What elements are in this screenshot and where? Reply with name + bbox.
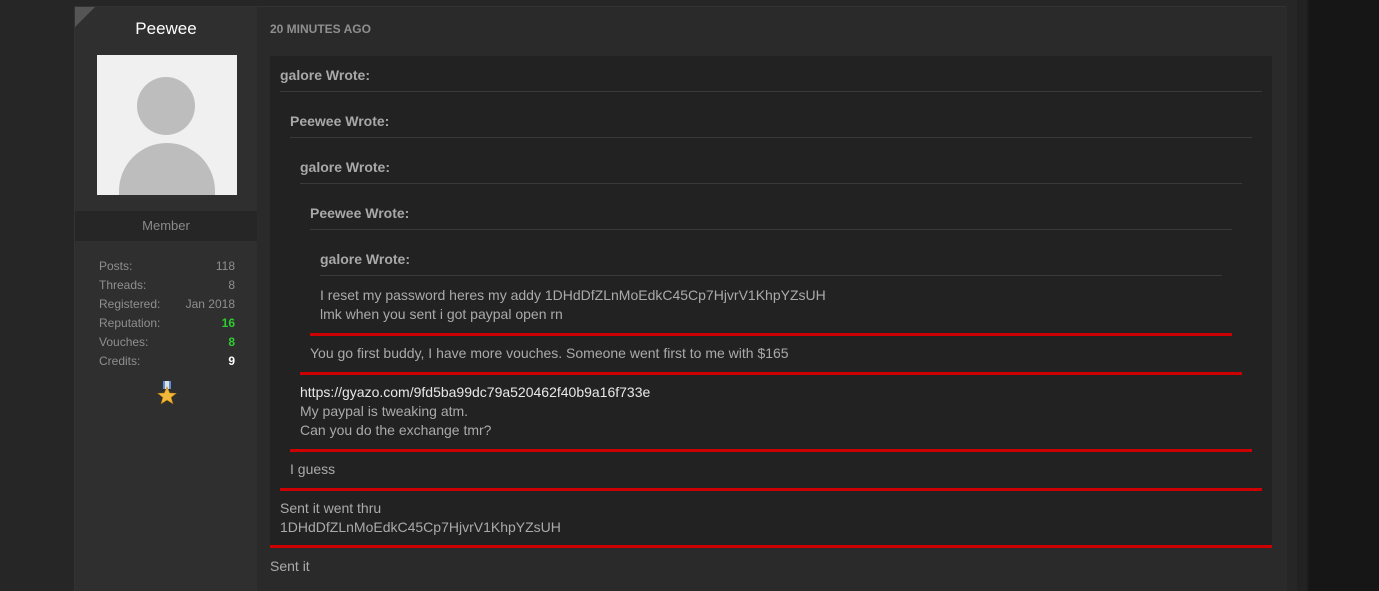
author-rank: Member bbox=[75, 211, 257, 241]
quote-text-level-5-line-1: I reset my password heres my addy 1DHdDf… bbox=[320, 287, 826, 303]
stat-label: Registered: bbox=[99, 297, 161, 311]
stat-credits: Credits: 9 bbox=[99, 354, 235, 373]
forum-post: Peewee Member Posts: 118 Threads: 8 Regi… bbox=[74, 6, 1287, 591]
stat-vouches: Vouches: 8 bbox=[99, 335, 235, 354]
stat-value[interactable]: 8 bbox=[228, 335, 235, 354]
quote-author-level-5[interactable]: galore Wrote: bbox=[320, 251, 410, 267]
stat-value: Jan 2018 bbox=[185, 297, 235, 311]
quote-end-separator bbox=[270, 545, 1272, 548]
stat-reputation: Reputation: 16 bbox=[99, 316, 235, 335]
post-timestamp[interactable]: 20 MINUTES AGO bbox=[270, 22, 371, 36]
stat-label: Vouches: bbox=[99, 335, 149, 349]
stat-label: Reputation: bbox=[99, 316, 161, 330]
stat-label: Posts: bbox=[99, 259, 133, 273]
author-avatar[interactable] bbox=[97, 55, 237, 195]
quote-divider bbox=[310, 229, 1232, 230]
quote-text-level-4: You go first buddy, I have more vouches.… bbox=[310, 345, 789, 361]
stat-registered: Registered: Jan 2018 bbox=[99, 297, 235, 316]
stat-label: Threads: bbox=[99, 278, 147, 292]
stat-value[interactable]: 16 bbox=[222, 316, 235, 335]
stat-value: 9 bbox=[228, 354, 235, 368]
post-content: 20 MINUTES AGO galore Wrote: Peewee Wrot… bbox=[257, 7, 1287, 591]
author-stats: Posts: 118 Threads: 8 Registered: Jan 20… bbox=[99, 259, 235, 373]
stat-label: Credits: bbox=[99, 354, 141, 368]
quote-text-level-3-line-1: My paypal is tweaking atm. bbox=[300, 403, 469, 419]
quote-author-level-2[interactable]: Peewee Wrote: bbox=[290, 113, 389, 129]
quote-end-separator bbox=[310, 333, 1232, 336]
quote-text-level-1-line-2: 1DHdDfZLnMoEdkC45Cp7HjvrV1KhpYZsUH bbox=[280, 519, 561, 535]
stat-value: 118 bbox=[215, 259, 235, 273]
star-medal-icon[interactable] bbox=[157, 381, 177, 405]
quote-text-level-5-line-2: lmk when you sent i got paypal open rn bbox=[320, 306, 563, 322]
author-panel: Peewee Member Posts: 118 Threads: 8 Regi… bbox=[75, 7, 257, 591]
quote-end-separator bbox=[280, 488, 1262, 491]
quote-divider bbox=[320, 275, 1222, 276]
quote-divider bbox=[290, 137, 1252, 138]
quote-text-level-2: I guess bbox=[290, 461, 336, 477]
stat-posts: Posts: 118 bbox=[99, 259, 235, 278]
avatar-placeholder-body bbox=[119, 143, 215, 195]
page-right-gutter bbox=[1297, 0, 1379, 591]
quote-text-level-3-line-2: Can you do the exchange tmr? bbox=[300, 422, 492, 438]
stat-threads: Threads: 8 bbox=[99, 278, 235, 297]
quote-end-separator bbox=[290, 449, 1252, 452]
avatar-placeholder-head bbox=[137, 77, 195, 135]
author-username[interactable]: Peewee bbox=[75, 19, 257, 39]
gyazo-link[interactable]: https://gyazo.com/9fd5ba99dc79a520462f40… bbox=[300, 383, 650, 402]
post-reply-text: Sent it bbox=[270, 558, 310, 574]
quote-author-level-3[interactable]: galore Wrote: bbox=[300, 159, 390, 175]
quote-author-level-4[interactable]: Peewee Wrote: bbox=[310, 205, 409, 221]
quote-author-level-1[interactable]: galore Wrote: bbox=[280, 67, 370, 83]
quote-text-level-1-line-1: Sent it went thru bbox=[280, 500, 382, 516]
quote-end-separator bbox=[300, 372, 1242, 375]
quote-divider bbox=[300, 183, 1242, 184]
quote-divider bbox=[280, 91, 1262, 92]
stat-value: 8 bbox=[228, 278, 235, 292]
